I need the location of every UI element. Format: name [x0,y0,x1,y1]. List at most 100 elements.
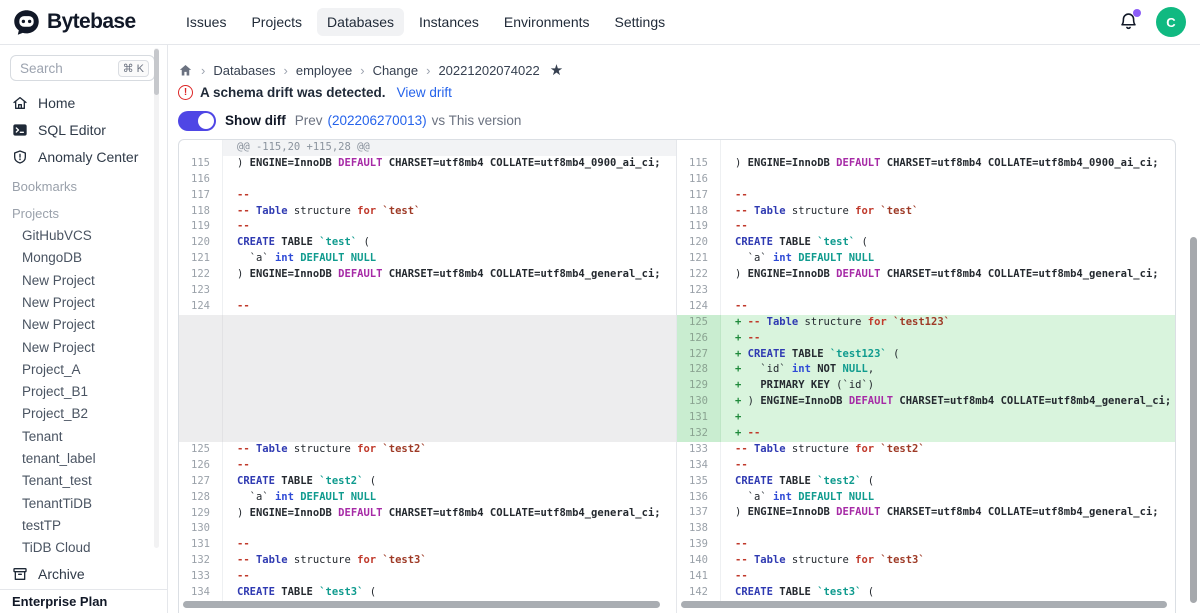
line-number: 136 [677,490,721,506]
token: `a` [237,252,275,264]
sidebar-project-item[interactable]: TiDB Cloud [0,537,167,559]
sidebar-scrollbar-thumb[interactable] [154,49,159,95]
code-line: + `id` int NOT NULL, [721,362,1175,378]
code-line: -- [223,537,676,553]
token: ) [735,157,748,169]
token: + [735,411,741,423]
token: -- [735,570,748,582]
sidebar-project-item[interactable]: New Project [0,337,167,359]
diff-row: 119-- [179,219,676,235]
sidebar-project-item[interactable]: Project_B1 [0,381,167,403]
sidebar-project-item[interactable]: TenantTiDB [0,493,167,515]
token: CREATE [748,348,786,360]
sidebar-project-item[interactable]: New Project [0,314,167,336]
code-line: + -- [721,426,1175,442]
diff-row: 124-- [677,299,1175,315]
code-line: -- [721,219,1175,235]
token: DEFAULT NULL [294,491,376,503]
breadcrumb-item[interactable]: Databases [213,63,275,78]
token: COLLATE=utf8mb4_0900_ai_ci; [988,157,1159,169]
diff-row: 118-- Table structure for `test` [677,204,1175,220]
code-line [223,172,676,188]
sidebar-project-item[interactable]: Project_B2 [0,403,167,425]
code-line: ) ENGINE=InnoDB DEFAULT CHARSET=utf8mb4 … [223,506,676,522]
token: CREATE [237,586,275,598]
token: ) [237,157,250,169]
sidebar-item-anomaly-center[interactable]: Anomaly Center [0,144,167,171]
diff-row: 130 [179,521,676,537]
breadcrumb-item[interactable]: employee [296,63,352,78]
nav-item-settings[interactable]: Settings [605,8,676,36]
sidebar-project-item[interactable]: New Project [0,270,167,292]
bytebase-logo[interactable]: Bytebase [0,9,168,36]
sidebar-project-item[interactable]: tenant_label [0,448,167,470]
sidebar-project-item[interactable]: MongoDB [0,247,167,269]
diff-row [179,315,676,442]
token: structure [786,443,856,455]
diff-row: 131-- [179,537,676,553]
notifications-button[interactable] [1118,11,1140,33]
token: `a` [735,491,773,503]
sidebar-project-item[interactable]: Tenant [0,426,167,448]
token: CREATE [237,236,275,248]
line-number: 133 [179,569,223,585]
breadcrumb-item[interactable]: Change [373,63,419,78]
horizontal-scrollbar-right[interactable] [681,601,1167,608]
line-number: 128 [677,362,721,378]
token: `test` [817,236,855,248]
line-number: 129 [179,506,223,522]
diff-toolbar: Show diff Prev (202206270013) vs This ve… [178,107,1200,134]
sidebar-item-archive[interactable]: Archive [0,559,167,588]
prev-version-link[interactable]: (202206270013) [328,113,427,128]
code-line: -- Table structure for `test2` [721,442,1175,458]
code-line: -- Table structure for `test` [223,204,676,220]
token: Table [256,443,288,455]
sidebar-item-home[interactable]: Home [0,89,167,116]
token: CREATE [237,475,275,487]
nav-item-instances[interactable]: Instances [409,8,489,36]
sidebar-project-item[interactable]: Project_A [0,359,167,381]
token: NOT [817,363,836,375]
page-vertical-scrollbar[interactable] [1190,237,1197,603]
code-line: + ) ENGINE=InnoDB DEFAULT CHARSET=utf8mb… [721,394,1175,410]
sidebar-item-sql-editor[interactable]: SQL Editor [0,117,167,144]
line-number: 124 [677,299,721,315]
sidebar-project-item[interactable]: New Project [0,292,167,314]
sidebar-project-item[interactable]: testTP [0,515,167,537]
token: for [855,554,874,566]
home-breadcrumb-icon[interactable] [178,63,193,78]
breadcrumb-item[interactable]: 20221202074022 [438,63,539,78]
bookmark-star-icon[interactable]: ★ [550,61,563,79]
token: -- [237,220,250,232]
nav-item-environments[interactable]: Environments [494,8,600,36]
line-number: 126 [179,458,223,474]
line-number [179,315,223,442]
sidebar-project-item[interactable]: GitHubVCS [0,225,167,247]
token: -- [237,570,250,582]
user-avatar[interactable]: C [1156,7,1186,37]
token: COLLATE=utf8mb4_general_ci; [490,507,661,519]
horizontal-scrollbar-left[interactable] [183,601,660,608]
diff-row: 121 `a` int DEFAULT NULL [179,251,676,267]
token: DEFAULT NULL [294,252,376,264]
token: -- [748,427,761,439]
nav-item-issues[interactable]: Issues [176,8,236,36]
diff-row: 137) ENGINE=InnoDB DEFAULT CHARSET=utf8m… [677,505,1175,521]
show-diff-toggle[interactable] [178,111,216,131]
token: DEFAULT NULL [792,491,874,503]
code-line: `a` int DEFAULT NULL [721,251,1175,267]
search-shortcut-badge: ⌘ K [118,60,149,77]
code-line: -- Table structure for `test` [721,204,1175,220]
code-line [223,315,676,442]
token [748,379,761,391]
nav-item-projects[interactable]: Projects [241,8,312,36]
nav-item-databases[interactable]: Databases [317,8,404,36]
token: + [735,379,748,391]
search-input[interactable]: Search ⌘ K [10,55,155,81]
line-number: 120 [677,235,721,251]
code-line: -- [223,299,676,315]
token: -- [735,443,754,455]
line-number: 128 [179,490,223,506]
view-drift-link[interactable]: View drift [397,85,452,100]
sidebar-project-item[interactable]: Tenant_test [0,470,167,492]
